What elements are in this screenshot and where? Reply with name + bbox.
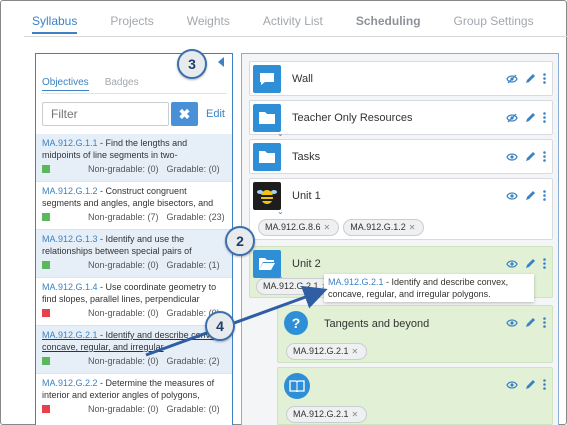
callout-4: 4 (205, 311, 235, 341)
annotation-arrow (145, 285, 328, 357)
callout-3: 3 (177, 49, 207, 79)
callout-2: 2 (225, 226, 255, 256)
